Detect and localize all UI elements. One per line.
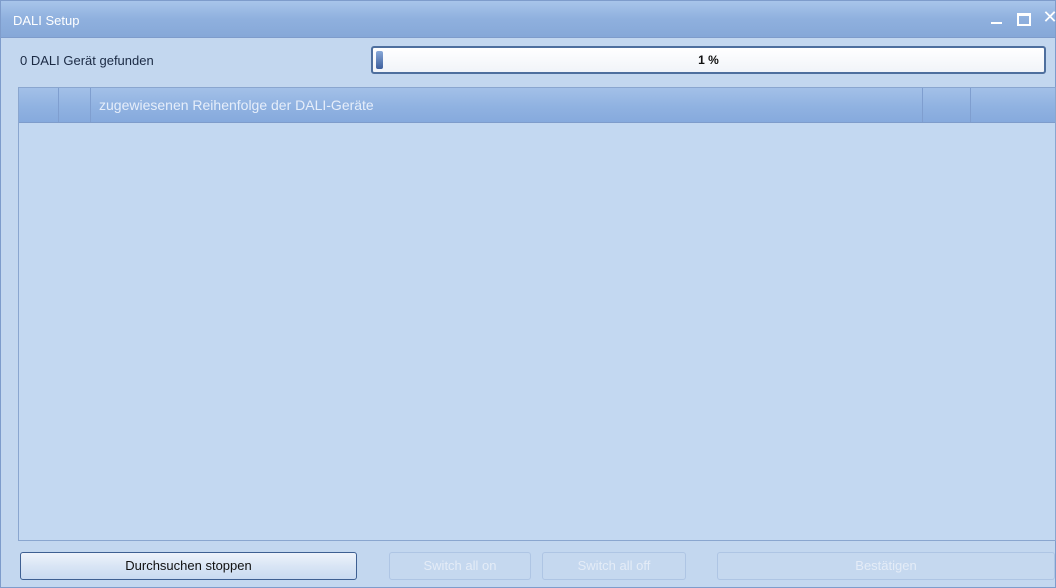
- confirm-button[interactable]: Bestätigen: [717, 552, 1055, 580]
- minimize-icon[interactable]: [988, 9, 1006, 27]
- maximize-icon[interactable]: [1015, 9, 1033, 27]
- dali-setup-window: DALI Setup ✕ 0 DALI Gerät gefunden 1 % z…: [0, 0, 1056, 588]
- column-header-4[interactable]: [971, 88, 1055, 122]
- progress-percent: 1 %: [698, 53, 719, 67]
- devices-found-label: 0 DALI Gerät gefunden: [20, 53, 154, 68]
- column-header-0[interactable]: [19, 88, 59, 122]
- column-header-label: zugewiesenen Reihenfolge der DALI-Geräte: [99, 97, 374, 113]
- switch-all-on-button[interactable]: Switch all on: [389, 552, 531, 580]
- column-header-1[interactable]: [59, 88, 91, 122]
- close-icon[interactable]: ✕: [1041, 9, 1056, 27]
- grid-header: zugewiesenen Reihenfolge der DALI-Geräte: [19, 88, 1055, 123]
- title-bar[interactable]: DALI Setup ✕: [1, 1, 1056, 38]
- switch-all-off-button[interactable]: Switch all off: [542, 552, 686, 580]
- device-order-grid[interactable]: zugewiesenen Reihenfolge der DALI-Geräte: [18, 87, 1056, 541]
- column-header-order[interactable]: zugewiesenen Reihenfolge der DALI-Geräte: [91, 88, 923, 122]
- column-header-3[interactable]: [923, 88, 971, 122]
- search-progress-bar: 1 %: [371, 46, 1046, 74]
- stop-search-button[interactable]: Durchsuchen stoppen: [20, 552, 357, 580]
- window-title: DALI Setup: [13, 13, 80, 28]
